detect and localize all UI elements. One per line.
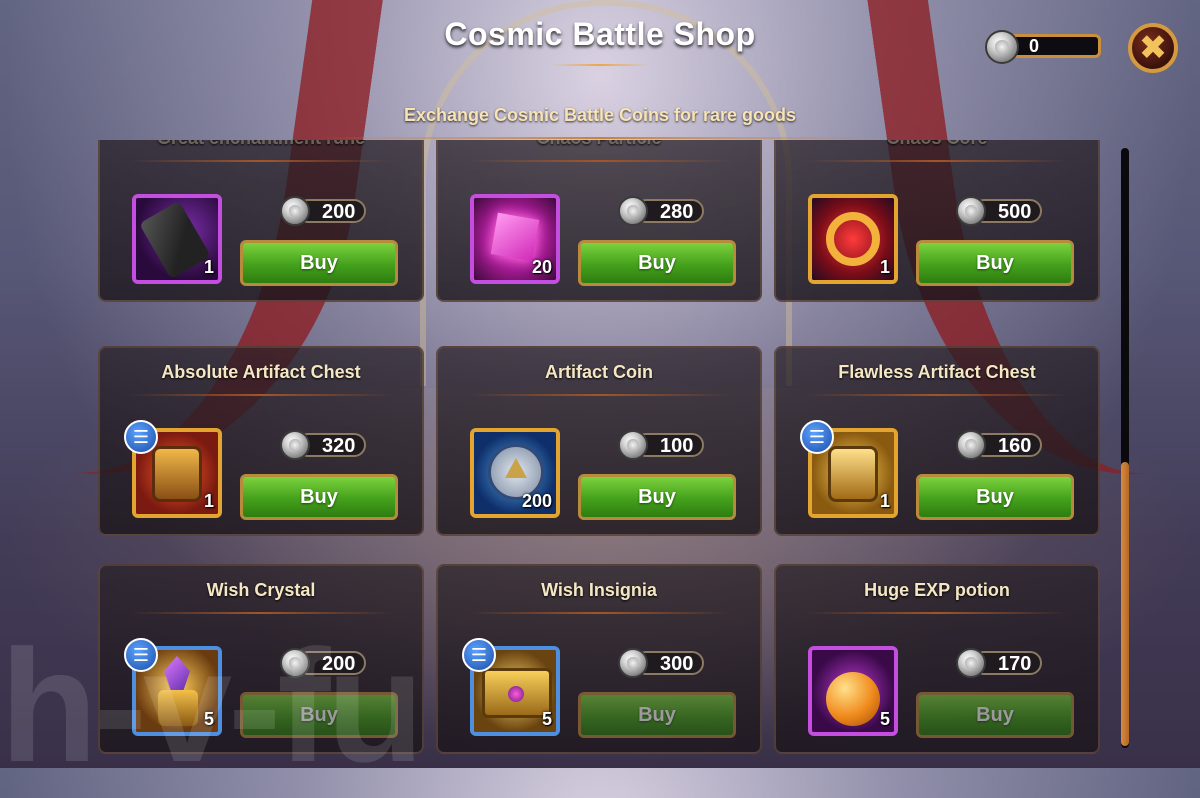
shop-grid: Great enchantment rune 1 200 Buy Chaos P… bbox=[98, 140, 1104, 760]
item-name: Chaos Particle bbox=[438, 140, 760, 149]
buy-button[interactable]: Buy bbox=[916, 692, 1074, 738]
price-value: 300 bbox=[660, 653, 694, 675]
price-value: 100 bbox=[660, 435, 694, 457]
cosmic-coin-icon bbox=[956, 196, 986, 226]
buy-button[interactable]: Buy bbox=[916, 240, 1074, 286]
coin-balance-value: 0 bbox=[1029, 36, 1040, 56]
item-slot-chaos-particle[interactable]: 20 bbox=[470, 194, 560, 284]
close-icon: ✖ bbox=[1138, 29, 1168, 67]
price-value: 320 bbox=[322, 435, 356, 457]
cosmic-coin-icon bbox=[280, 196, 310, 226]
cosmic-coin-icon bbox=[618, 430, 648, 460]
price-value: 200 bbox=[322, 653, 356, 675]
shop-card: Wish Insignia ☰ 5 300 Buy bbox=[436, 564, 762, 754]
shop-card: Artifact Coin 200 100 Buy bbox=[436, 346, 762, 536]
info-list-icon[interactable]: ☰ bbox=[800, 420, 834, 454]
card-separator bbox=[468, 160, 730, 162]
cosmic-coin-icon bbox=[618, 648, 648, 678]
item-name: Wish Insignia bbox=[541, 580, 657, 600]
shop-card: Wish Crystal ☰ 5 200 Buy bbox=[98, 564, 424, 754]
item-slot-huge-exp-potion[interactable]: 5 bbox=[808, 646, 898, 736]
price-value: 200 bbox=[322, 201, 356, 223]
item-name: Chaos Core bbox=[776, 140, 1098, 149]
price-value: 500 bbox=[998, 201, 1032, 223]
coin-balance: 0 bbox=[985, 30, 1103, 64]
card-separator bbox=[806, 394, 1068, 396]
shop-card: Chaos Core 1 500 Buy bbox=[774, 140, 1100, 302]
item-quantity: 5 bbox=[541, 709, 552, 729]
shop-card: Flawless Artifact Chest ☰ 1 160 Buy bbox=[774, 346, 1100, 536]
buy-button[interactable]: Buy bbox=[240, 240, 398, 286]
item-quantity: 200 bbox=[521, 491, 552, 511]
item-quantity: 5 bbox=[879, 709, 890, 729]
buy-button[interactable]: Buy bbox=[578, 240, 736, 286]
item-name: Absolute Artifact Chest bbox=[161, 362, 361, 382]
item-price: 100 bbox=[618, 430, 704, 460]
buy-button[interactable]: Buy bbox=[578, 692, 736, 738]
cosmic-coin-icon bbox=[985, 30, 1019, 64]
shop-subtitle: Exchange Cosmic Battle Coins for rare go… bbox=[403, 105, 797, 125]
price-value: 280 bbox=[660, 201, 694, 223]
shop-card: Great enchantment rune 1 200 Buy bbox=[98, 140, 424, 302]
price-value: 160 bbox=[998, 435, 1032, 457]
buy-button[interactable]: Buy bbox=[240, 474, 398, 520]
item-quantity: 20 bbox=[531, 257, 552, 277]
close-button[interactable]: ✖ bbox=[1128, 23, 1178, 73]
item-slot-chaos-core[interactable]: 1 bbox=[808, 194, 898, 284]
coin-balance-bar bbox=[1005, 34, 1101, 58]
cosmic-coin-icon bbox=[280, 648, 310, 678]
item-quantity: 1 bbox=[879, 491, 890, 511]
item-quantity: 1 bbox=[203, 257, 214, 277]
shop-card: Absolute Artifact Chest ☰ 1 320 Buy bbox=[98, 346, 424, 536]
item-name: Huge EXP potion bbox=[864, 580, 1010, 600]
item-price: 160 bbox=[956, 430, 1042, 460]
item-quantity: 1 bbox=[879, 257, 890, 277]
item-quantity: 5 bbox=[203, 709, 214, 729]
title-underline bbox=[550, 64, 650, 66]
buy-button[interactable]: Buy bbox=[916, 474, 1074, 520]
item-price: 170 bbox=[956, 648, 1042, 678]
card-separator bbox=[130, 394, 392, 396]
buy-button[interactable]: Buy bbox=[240, 692, 398, 738]
cosmic-coin-icon bbox=[956, 648, 986, 678]
card-separator bbox=[806, 612, 1068, 614]
cosmic-coin-icon bbox=[618, 196, 648, 226]
item-price: 320 bbox=[280, 430, 366, 460]
item-slot-great-enchantment-rune[interactable]: 1 bbox=[132, 194, 222, 284]
shop-card: Chaos Particle 20 280 Buy bbox=[436, 140, 762, 302]
shop-card: Huge EXP potion 5 170 Buy bbox=[774, 564, 1100, 754]
item-price: 280 bbox=[618, 196, 704, 226]
card-separator bbox=[468, 394, 730, 396]
item-slot-artifact-coin[interactable]: 200 bbox=[470, 428, 560, 518]
cosmic-coin-icon bbox=[956, 430, 986, 460]
cosmic-coin-icon bbox=[280, 430, 310, 460]
info-list-icon[interactable]: ☰ bbox=[462, 638, 496, 672]
item-name: Wish Crystal bbox=[206, 580, 316, 600]
price-value: 170 bbox=[998, 653, 1032, 675]
item-price: 200 bbox=[280, 196, 366, 226]
item-name: Flawless Artifact Chest bbox=[838, 362, 1036, 382]
scrollbar-thumb[interactable] bbox=[1121, 462, 1129, 746]
info-list-icon[interactable]: ☰ bbox=[124, 420, 158, 454]
info-list-icon[interactable]: ☰ bbox=[124, 638, 158, 672]
card-separator bbox=[806, 160, 1068, 162]
item-name: Artifact Coin bbox=[545, 362, 653, 382]
item-price: 500 bbox=[956, 196, 1042, 226]
card-separator bbox=[130, 612, 392, 614]
buy-button[interactable]: Buy bbox=[578, 474, 736, 520]
item-price: 200 bbox=[280, 648, 366, 678]
item-quantity: 1 bbox=[203, 491, 214, 511]
item-name: Great enchantment rune bbox=[100, 140, 422, 149]
subtitle-underline bbox=[320, 137, 880, 139]
item-price: 300 bbox=[618, 648, 704, 678]
card-separator bbox=[468, 612, 730, 614]
card-separator bbox=[130, 160, 392, 162]
